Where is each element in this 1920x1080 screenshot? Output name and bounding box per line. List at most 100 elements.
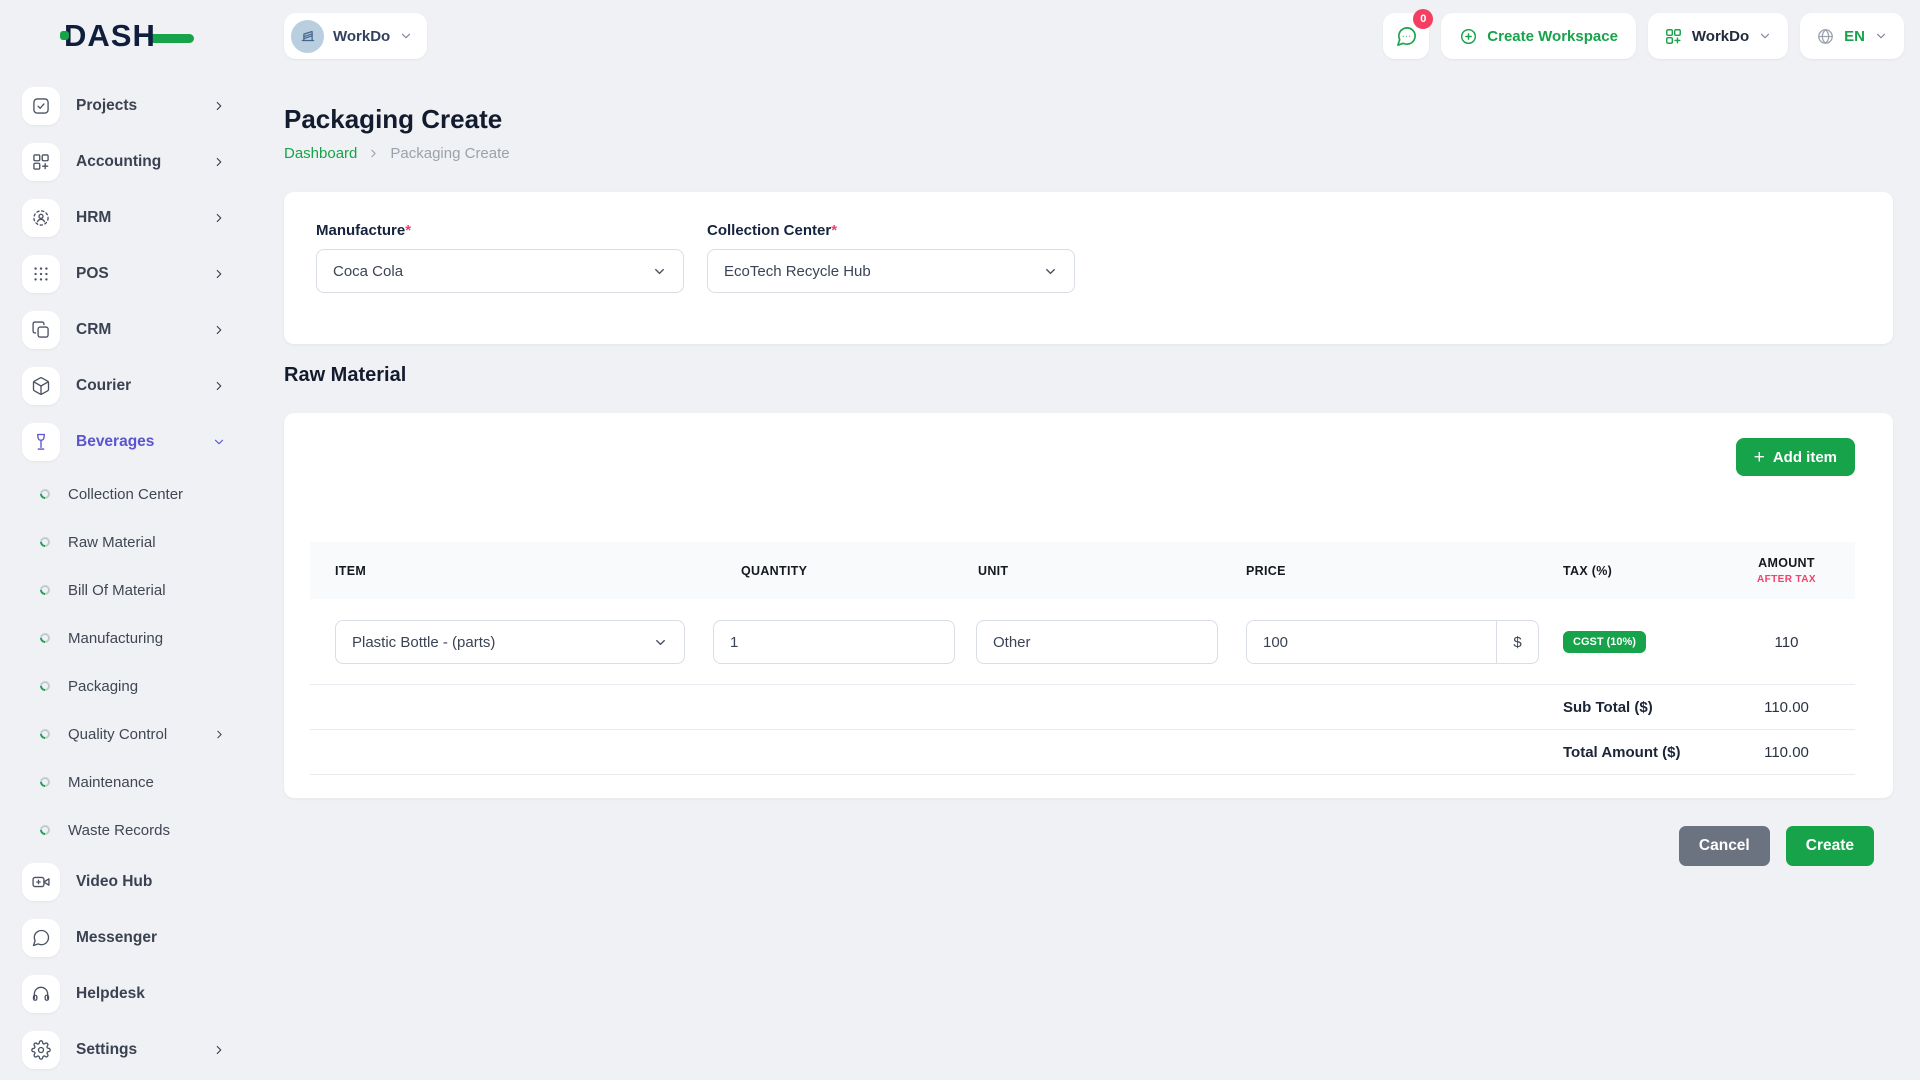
chevron-right-icon bbox=[212, 267, 226, 281]
headphones-icon bbox=[22, 975, 60, 1013]
building-icon bbox=[299, 27, 317, 45]
sidebar-subitem-collection-center[interactable]: Collection Center bbox=[0, 470, 260, 518]
app-logo[interactable]: DASH bbox=[0, 18, 260, 54]
chevron-down-icon bbox=[1874, 29, 1888, 43]
chat-bubble-icon bbox=[1395, 25, 1418, 48]
company-menu-label: WorkDo bbox=[1692, 28, 1749, 45]
sidebar-item-hrm[interactable]: HRM bbox=[0, 190, 260, 246]
bullet-icon bbox=[38, 775, 52, 789]
manufacture-label: Manufacture bbox=[316, 222, 405, 239]
sidebar-item-video-hub[interactable]: Video Hub bbox=[0, 854, 260, 910]
breadcrumb-dashboard-link[interactable]: Dashboard bbox=[284, 145, 357, 162]
package-icon bbox=[22, 367, 60, 405]
collection-center-label: Collection Center bbox=[707, 222, 831, 239]
sidebar-item-projects[interactable]: Projects bbox=[0, 78, 260, 134]
sidebar-subitem-waste-records[interactable]: Waste Records bbox=[0, 806, 260, 854]
video-icon bbox=[22, 863, 60, 901]
workspace-selector[interactable]: WorkDo bbox=[284, 13, 427, 59]
sidebar-subitem-raw-material[interactable]: Raw Material bbox=[0, 518, 260, 566]
sub-total-row: Sub Total ($) 110.00 bbox=[310, 685, 1855, 730]
logo-dot bbox=[60, 31, 69, 40]
dots-grid-icon bbox=[22, 255, 60, 293]
bullet-icon bbox=[38, 631, 52, 645]
sidebar-item-settings[interactable]: Settings bbox=[0, 1022, 260, 1078]
messages-count-badge: 0 bbox=[1413, 9, 1433, 29]
sidebar-item-helpdesk[interactable]: Helpdesk bbox=[0, 966, 260, 1022]
cancel-button[interactable]: Cancel bbox=[1679, 826, 1770, 866]
grid-plus-icon bbox=[1664, 27, 1683, 46]
gear-icon bbox=[22, 1031, 60, 1069]
bullet-icon bbox=[38, 727, 52, 741]
col-header-price: PRICE bbox=[1246, 564, 1563, 578]
top-bar: DASH WorkDo 0 Create Workspace bbox=[0, 0, 1920, 72]
chevron-down-icon bbox=[399, 29, 413, 43]
sub-total-value: 110.00 bbox=[1722, 699, 1851, 716]
packaging-form-card: Manufacture* Coca Cola Collection Center… bbox=[284, 192, 1893, 344]
sidebar-subitem-packaging[interactable]: Packaging bbox=[0, 662, 260, 710]
collection-center-field: Collection Center* EcoTech Recycle Hub bbox=[707, 222, 1075, 314]
check-square-icon bbox=[22, 87, 60, 125]
sidebar-item-beverages[interactable]: Beverages bbox=[0, 414, 260, 470]
sidebar-subitem-manufacturing[interactable]: Manufacturing bbox=[0, 614, 260, 662]
create-workspace-label: Create Workspace bbox=[1487, 28, 1618, 45]
page-title: Packaging Create bbox=[284, 104, 1893, 135]
sidebar-item-accounting[interactable]: Accounting bbox=[0, 134, 260, 190]
bullet-icon bbox=[38, 487, 52, 501]
total-amount-value: 110.00 bbox=[1722, 744, 1851, 761]
form-actions: Cancel Create bbox=[284, 826, 1893, 866]
workspace-name: WorkDo bbox=[333, 28, 390, 45]
chevron-right-icon bbox=[213, 728, 226, 741]
language-code: EN bbox=[1844, 28, 1865, 45]
quantity-input[interactable] bbox=[713, 620, 955, 664]
globe-icon bbox=[1816, 27, 1835, 46]
wine-glass-icon bbox=[22, 423, 60, 461]
plus-icon: + bbox=[1754, 448, 1765, 467]
sidebar-item-messenger[interactable]: Messenger bbox=[0, 910, 260, 966]
collection-center-select[interactable]: EcoTech Recycle Hub bbox=[707, 249, 1075, 293]
col-header-item: ITEM bbox=[310, 564, 713, 578]
chevron-right-icon bbox=[367, 147, 380, 160]
breadcrumb: Dashboard Packaging Create bbox=[284, 145, 1893, 162]
raw-material-heading: Raw Material bbox=[284, 364, 1893, 387]
sidebar-item-crm[interactable]: CRM bbox=[0, 302, 260, 358]
sidebar-subitem-quality-control[interactable]: Quality Control bbox=[0, 710, 260, 758]
logo-text: DASH bbox=[64, 18, 156, 53]
chevron-down-icon bbox=[1043, 264, 1058, 279]
chevron-down-icon bbox=[1758, 29, 1772, 43]
sidebar-subitem-maintenance[interactable]: Maintenance bbox=[0, 758, 260, 806]
company-menu[interactable]: WorkDo bbox=[1648, 13, 1788, 59]
bullet-icon bbox=[38, 535, 52, 549]
create-workspace-button[interactable]: Create Workspace bbox=[1441, 13, 1636, 59]
unit-input[interactable] bbox=[976, 620, 1218, 664]
bullet-icon bbox=[38, 823, 52, 837]
item-select[interactable]: Plastic Bottle - (parts) bbox=[335, 620, 685, 664]
tax-badge: CGST (10%) bbox=[1563, 631, 1646, 653]
add-item-button[interactable]: + Add item bbox=[1736, 438, 1855, 476]
sidebar-item-courier[interactable]: Courier bbox=[0, 358, 260, 414]
user-scan-icon bbox=[22, 199, 60, 237]
chevron-right-icon bbox=[212, 155, 226, 169]
sub-total-label: Sub Total ($) bbox=[1563, 699, 1722, 716]
sidebar-item-pos[interactable]: POS bbox=[0, 246, 260, 302]
chevron-right-icon bbox=[212, 1043, 226, 1057]
messages-button[interactable]: 0 bbox=[1383, 13, 1429, 59]
manufacture-select[interactable]: Coca Cola bbox=[316, 249, 684, 293]
manufacture-selected-value: Coca Cola bbox=[333, 263, 403, 280]
create-button[interactable]: Create bbox=[1786, 826, 1874, 866]
price-input[interactable] bbox=[1247, 621, 1496, 663]
manufacture-field: Manufacture* Coca Cola bbox=[316, 222, 684, 314]
language-selector[interactable]: EN bbox=[1800, 13, 1904, 59]
chevron-right-icon bbox=[212, 379, 226, 393]
table-row: Plastic Bottle - (parts) $ CGST (10%) 11… bbox=[310, 599, 1855, 685]
currency-suffix: $ bbox=[1496, 621, 1538, 663]
chevron-down-icon bbox=[653, 635, 668, 650]
col-header-unit: UNIT bbox=[976, 564, 1246, 578]
total-amount-row: Total Amount ($) 110.00 bbox=[310, 730, 1855, 775]
required-asterisk: * bbox=[831, 222, 837, 239]
top-bar-actions: 0 Create Workspace WorkDo EN bbox=[1383, 13, 1920, 59]
breadcrumb-current: Packaging Create bbox=[390, 145, 509, 162]
sidebar: Projects Accounting HRM POS CRM Cou bbox=[0, 72, 260, 1080]
collection-center-selected-value: EcoTech Recycle Hub bbox=[724, 263, 871, 280]
bullet-icon bbox=[38, 583, 52, 597]
sidebar-subitem-bill-of-material[interactable]: Bill Of Material bbox=[0, 566, 260, 614]
